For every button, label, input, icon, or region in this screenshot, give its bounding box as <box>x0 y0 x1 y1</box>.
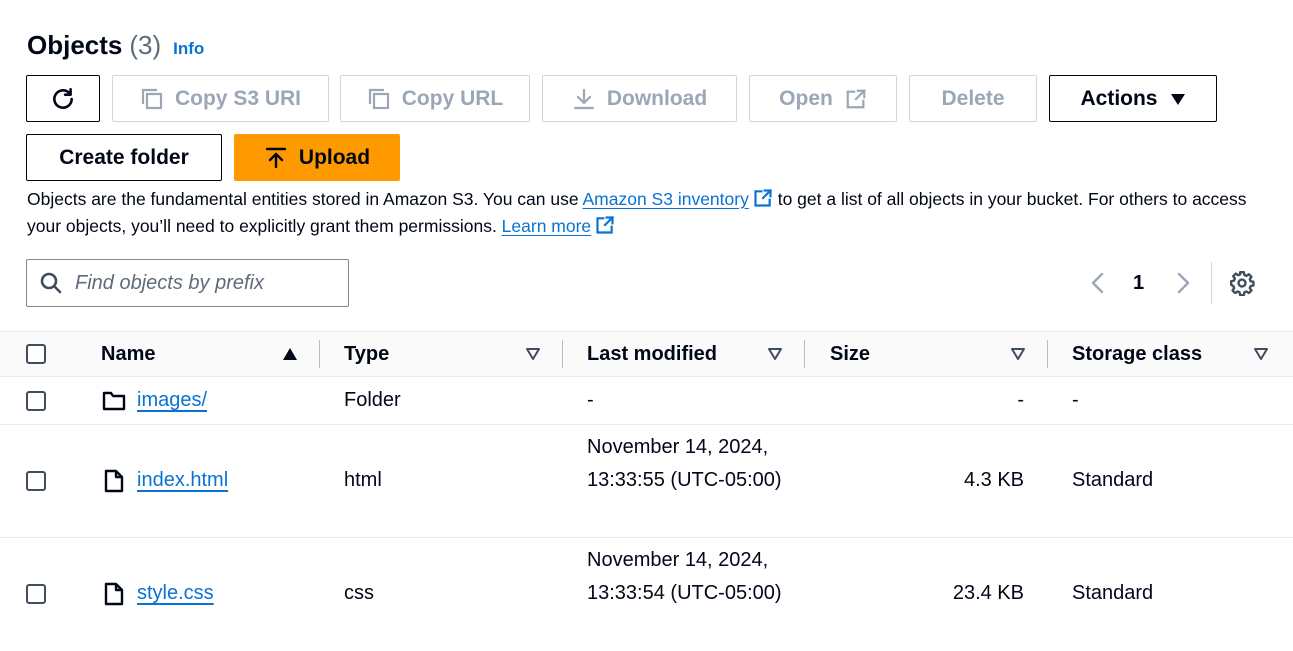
object-last-modified: - <box>587 389 594 411</box>
chevron-left-icon <box>1091 272 1104 294</box>
file-icon <box>104 469 124 493</box>
object-name-link[interactable]: images/ <box>137 389 207 412</box>
sort-icon <box>768 348 782 360</box>
column-header-last-modified[interactable]: Last modified <box>587 331 717 377</box>
download-button[interactable]: Download <box>542 75 737 122</box>
object-size: - <box>1017 389 1024 411</box>
row-checkbox[interactable] <box>26 391 46 411</box>
search-input[interactable] <box>73 270 337 296</box>
column-divider[interactable] <box>562 340 563 368</box>
learn-more-link[interactable]: Learn more <box>502 216 592 236</box>
sort-ascending-icon <box>283 348 297 360</box>
refresh-button[interactable] <box>26 75 100 122</box>
page-title: Objects <box>27 30 123 60</box>
open-label: Open <box>779 86 833 110</box>
actions-dropdown[interactable]: Actions <box>1049 75 1217 122</box>
create-folder-button[interactable]: Create folder <box>26 134 222 181</box>
external-link-icon <box>753 188 773 214</box>
copy-icon <box>367 87 391 111</box>
objects-description: Objects are the fundamental entities sto… <box>27 187 1272 241</box>
object-last-modified: November 14, 2024, 13:33:55 (UTC-05:00) <box>587 436 782 491</box>
actions-label: Actions <box>1080 86 1158 110</box>
row-checkbox[interactable] <box>26 584 46 604</box>
sort-icon <box>526 348 540 360</box>
page-number[interactable]: 1 <box>1133 262 1144 304</box>
column-header-name[interactable]: Name <box>101 331 155 377</box>
row-divider <box>0 424 1293 425</box>
external-link-icon <box>595 215 615 241</box>
download-icon <box>572 87 596 111</box>
column-divider[interactable] <box>804 340 805 368</box>
prev-page-button[interactable] <box>1088 262 1108 304</box>
delete-button[interactable]: Delete <box>909 75 1037 122</box>
refresh-icon <box>53 87 73 109</box>
download-label: Download <box>606 86 708 110</box>
create-folder-label: Create folder <box>59 145 189 169</box>
object-storage-class: Standard <box>1072 469 1154 491</box>
objects-header: Objects (3) Info <box>27 30 204 64</box>
copy-icon <box>140 87 164 111</box>
gear-icon <box>1229 270 1255 296</box>
folder-icon <box>102 391 126 411</box>
s3-inventory-link[interactable]: Amazon S3 inventory <box>583 189 749 209</box>
object-size: 4.3 KB <box>963 469 1024 491</box>
column-header-storage-class[interactable]: Storage class <box>1072 331 1202 377</box>
object-storage-class: Standard <box>1072 582 1154 604</box>
column-header-size[interactable]: Size <box>830 331 870 377</box>
upload-button[interactable]: Upload <box>234 134 400 181</box>
chevron-right-icon <box>1177 272 1190 294</box>
row-checkbox[interactable] <box>26 471 46 491</box>
column-divider[interactable] <box>1047 340 1048 368</box>
object-type: html <box>344 469 382 491</box>
next-page-button[interactable] <box>1173 262 1193 304</box>
object-size: 23.4 KB <box>952 582 1024 604</box>
search-icon <box>39 271 63 295</box>
upload-icon <box>264 146 288 170</box>
copy-url-label: Copy URL <box>401 86 504 110</box>
row-divider <box>0 537 1293 538</box>
object-name-link[interactable]: index.html <box>137 469 228 492</box>
upload-label: Upload <box>298 145 371 169</box>
pager-divider <box>1211 262 1212 304</box>
preferences-button[interactable] <box>1229 262 1255 304</box>
caret-down-icon <box>1170 92 1186 106</box>
object-count: (3) <box>129 30 162 60</box>
search-box[interactable] <box>26 259 349 307</box>
info-link[interactable]: Info <box>173 39 204 59</box>
select-all-checkbox[interactable] <box>26 344 46 364</box>
object-storage-class: - <box>1072 389 1079 411</box>
sort-icon <box>1011 348 1025 360</box>
copy-s3-uri-button[interactable]: Copy S3 URI <box>112 75 329 122</box>
object-type: css <box>344 582 374 604</box>
object-name-link[interactable]: style.css <box>137 582 214 605</box>
object-type: Folder <box>344 389 401 411</box>
column-header-type[interactable]: Type <box>344 331 389 377</box>
open-button[interactable]: Open <box>749 75 897 122</box>
external-link-icon <box>845 88 867 110</box>
object-last-modified: November 14, 2024, 13:33:54 (UTC-05:00) <box>587 549 782 604</box>
copy-s3-uri-label: Copy S3 URI <box>174 86 302 110</box>
description-text-1: Objects are the fundamental entities sto… <box>27 189 583 209</box>
file-icon <box>104 582 124 606</box>
column-divider[interactable] <box>319 340 320 368</box>
copy-url-button[interactable]: Copy URL <box>340 75 530 122</box>
sort-icon <box>1254 348 1268 360</box>
delete-label: Delete <box>941 86 1005 110</box>
